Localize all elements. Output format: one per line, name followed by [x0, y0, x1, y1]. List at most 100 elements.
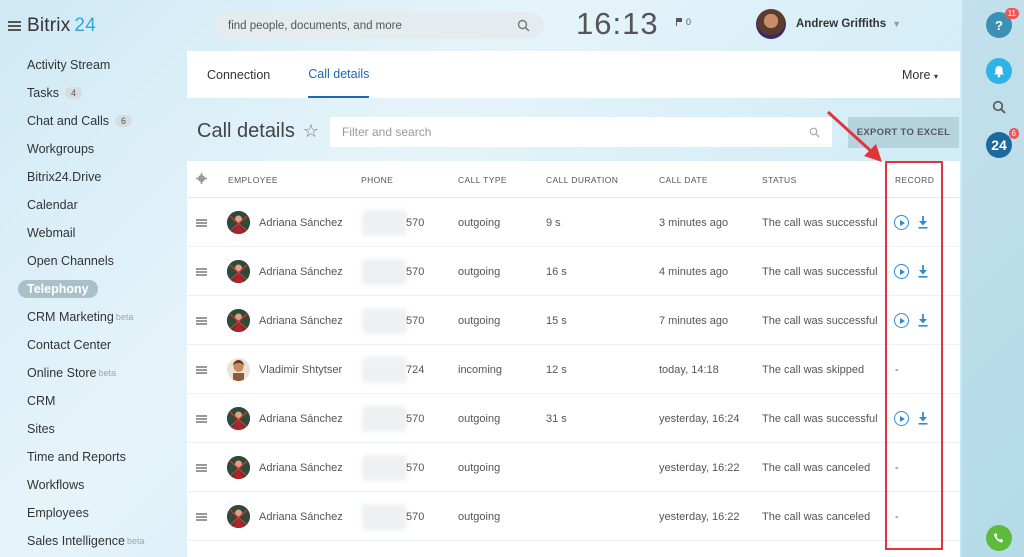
phone-button[interactable]	[986, 525, 1012, 551]
bitrix24-network-button[interactable]: 24 6	[986, 128, 1019, 158]
beta-label: beta	[98, 368, 117, 378]
drag-handle-icon[interactable]	[196, 513, 207, 521]
sidebar-item-time-and-reports[interactable]: Time and Reports	[0, 443, 180, 471]
chevron-down-icon[interactable]: ▼	[892, 19, 901, 29]
avatar[interactable]	[227, 211, 250, 234]
global-search[interactable]	[214, 12, 544, 39]
sidebar-item-contact-center[interactable]: Contact Center	[0, 331, 180, 359]
sidebar-item-telephony[interactable]: Telephony	[0, 275, 180, 303]
table-row[interactable]: Adriana Sánchez 570 outgoing 31 s yesterday,…	[187, 394, 960, 443]
user-menu[interactable]: Andrew Griffiths ▼	[756, 9, 901, 39]
sidebar-item-label: Tasks	[27, 86, 59, 100]
call-duration: 15 s	[546, 315, 567, 327]
drag-handle-icon[interactable]	[196, 268, 207, 276]
phone-redacted	[362, 504, 407, 530]
sidebar-item-calendar[interactable]: Calendar	[0, 191, 180, 219]
gear-icon[interactable]	[196, 173, 207, 184]
record-column-highlight	[885, 161, 943, 550]
sidebar-item-webmail[interactable]: Webmail	[0, 219, 180, 247]
sidebar-item-label: CRM Marketing	[27, 310, 114, 324]
sidebar-item-activity-stream[interactable]: Activity Stream	[0, 51, 180, 79]
table-row[interactable]: Adriana Sánchez 570 outgoing yesterday, 16:…	[187, 443, 960, 492]
employee-name[interactable]: Vladimir Shtytser	[259, 364, 342, 376]
call-date: 4 minutes ago	[659, 266, 729, 278]
drag-handle-icon[interactable]	[196, 317, 207, 325]
search-icon[interactable]	[809, 127, 820, 138]
call-date: 3 minutes ago	[659, 217, 729, 229]
notifications-button[interactable]	[986, 58, 1012, 84]
clock[interactable]: 16:13	[576, 6, 659, 42]
header-status[interactable]: STATUS	[762, 175, 797, 185]
search-input[interactable]	[228, 19, 517, 32]
filter-search[interactable]	[330, 117, 832, 147]
call-details-table: EMPLOYEE PHONE CALL TYPE CALL DURATION C…	[187, 161, 960, 557]
employee-name[interactable]: Adriana Sánchez	[259, 462, 343, 474]
call-date: 7 minutes ago	[659, 315, 729, 327]
employee-name[interactable]: Adriana Sánchez	[259, 315, 343, 327]
search-rail-button[interactable]	[986, 94, 1012, 120]
employee-name[interactable]: Adriana Sánchez	[259, 511, 343, 523]
sidebar-item-crm[interactable]: CRM	[0, 387, 180, 415]
menu-icon[interactable]	[8, 21, 21, 31]
sidebar-item-tasks[interactable]: Tasks 4	[0, 79, 180, 107]
right-rail	[962, 0, 1024, 557]
work-day-status[interactable]: 0	[676, 17, 691, 27]
table-row[interactable]: Adriana Sánchez 570 outgoing 16 s 4 minutes …	[187, 247, 960, 296]
sidebar-item-sites[interactable]: Sites	[0, 415, 180, 443]
avatar[interactable]	[227, 456, 250, 479]
counter-badge: 6	[115, 115, 133, 127]
more-menu[interactable]: More ▾	[902, 68, 938, 82]
sidebar-item-employees[interactable]: Employees	[0, 499, 180, 527]
sidebar-item-online-store[interactable]: Online Store beta	[0, 359, 180, 387]
avatar[interactable]	[227, 358, 250, 381]
sidebar-item-label: Workflows	[27, 478, 85, 492]
tab-call-details[interactable]: Call details	[308, 51, 370, 98]
header-call-type[interactable]: CALL TYPE	[458, 175, 507, 185]
sidebar-item-bitrix24-drive[interactable]: Bitrix24.Drive	[0, 163, 180, 191]
sidebar-item-sales-intelligence[interactable]: Sales Intelligence beta	[0, 527, 180, 555]
drag-handle-icon[interactable]	[196, 366, 207, 374]
sidebar-item-label: Online Store	[27, 366, 97, 380]
employee-name[interactable]: Adriana Sánchez	[259, 266, 343, 278]
table-row[interactable]: Adriana Sánchez 570 outgoing 15 s 7 minutes …	[187, 296, 960, 345]
avatar[interactable]	[756, 9, 786, 39]
filter-input[interactable]	[342, 125, 809, 139]
phone-suffix: 570	[406, 413, 425, 425]
sidebar-item-open-channels[interactable]: Open Channels	[0, 247, 180, 275]
call-type: outgoing	[458, 413, 501, 425]
user-name[interactable]: Andrew Griffiths	[796, 18, 886, 30]
bell-icon	[994, 65, 1004, 77]
drag-handle-icon[interactable]	[196, 219, 207, 227]
star-icon[interactable]: ☆	[303, 121, 319, 142]
sidebar-item-label: Activity Stream	[27, 58, 111, 72]
table-row[interactable]: Adriana Sánchez 570 outgoing 9 s 3 minutes a…	[187, 198, 960, 247]
header-call-date[interactable]: CALL DATE	[659, 175, 708, 185]
header-employee[interactable]: EMPLOYEE	[228, 175, 278, 185]
logo[interactable]: Bitrix 24	[27, 15, 96, 37]
sidebar-item-crm-marketing[interactable]: CRM Marketing beta	[0, 303, 180, 331]
sidebar-item-workflows[interactable]: Workflows	[0, 471, 180, 499]
sidebar-item-label: Chat and Calls	[27, 114, 109, 128]
search-icon[interactable]	[517, 19, 530, 32]
header-call-duration[interactable]: CALL DURATION	[546, 175, 618, 185]
table-row[interactable]: Adriana Sánchez 570 outgoing yesterday, 16:…	[187, 492, 960, 541]
help-button[interactable]: ? 11	[986, 8, 1019, 38]
avatar[interactable]	[227, 260, 250, 283]
sidebar-item-label: Webmail	[27, 226, 76, 240]
employee-name[interactable]: Adriana Sánchez	[259, 217, 343, 229]
avatar[interactable]	[227, 407, 250, 430]
counter-badge: 4	[64, 87, 82, 99]
drag-handle-icon[interactable]	[196, 464, 207, 472]
phone-redacted	[362, 406, 407, 432]
sidebar-item-chat-and-calls[interactable]: Chat and Calls 6	[0, 107, 180, 135]
sidebar-item-label: Employees	[27, 506, 89, 520]
avatar[interactable]	[227, 309, 250, 332]
drag-handle-icon[interactable]	[196, 415, 207, 423]
employee-name[interactable]: Adriana Sánchez	[259, 413, 343, 425]
table-row[interactable]: Vladimir Shtytser 724 incoming 12 s today, 1…	[187, 345, 960, 394]
header-phone[interactable]: PHONE	[361, 175, 393, 185]
sidebar-item-workgroups[interactable]: Workgroups	[0, 135, 180, 163]
avatar[interactable]	[227, 505, 250, 528]
tab-connection[interactable]: Connection	[207, 51, 270, 98]
call-type: outgoing	[458, 511, 501, 523]
